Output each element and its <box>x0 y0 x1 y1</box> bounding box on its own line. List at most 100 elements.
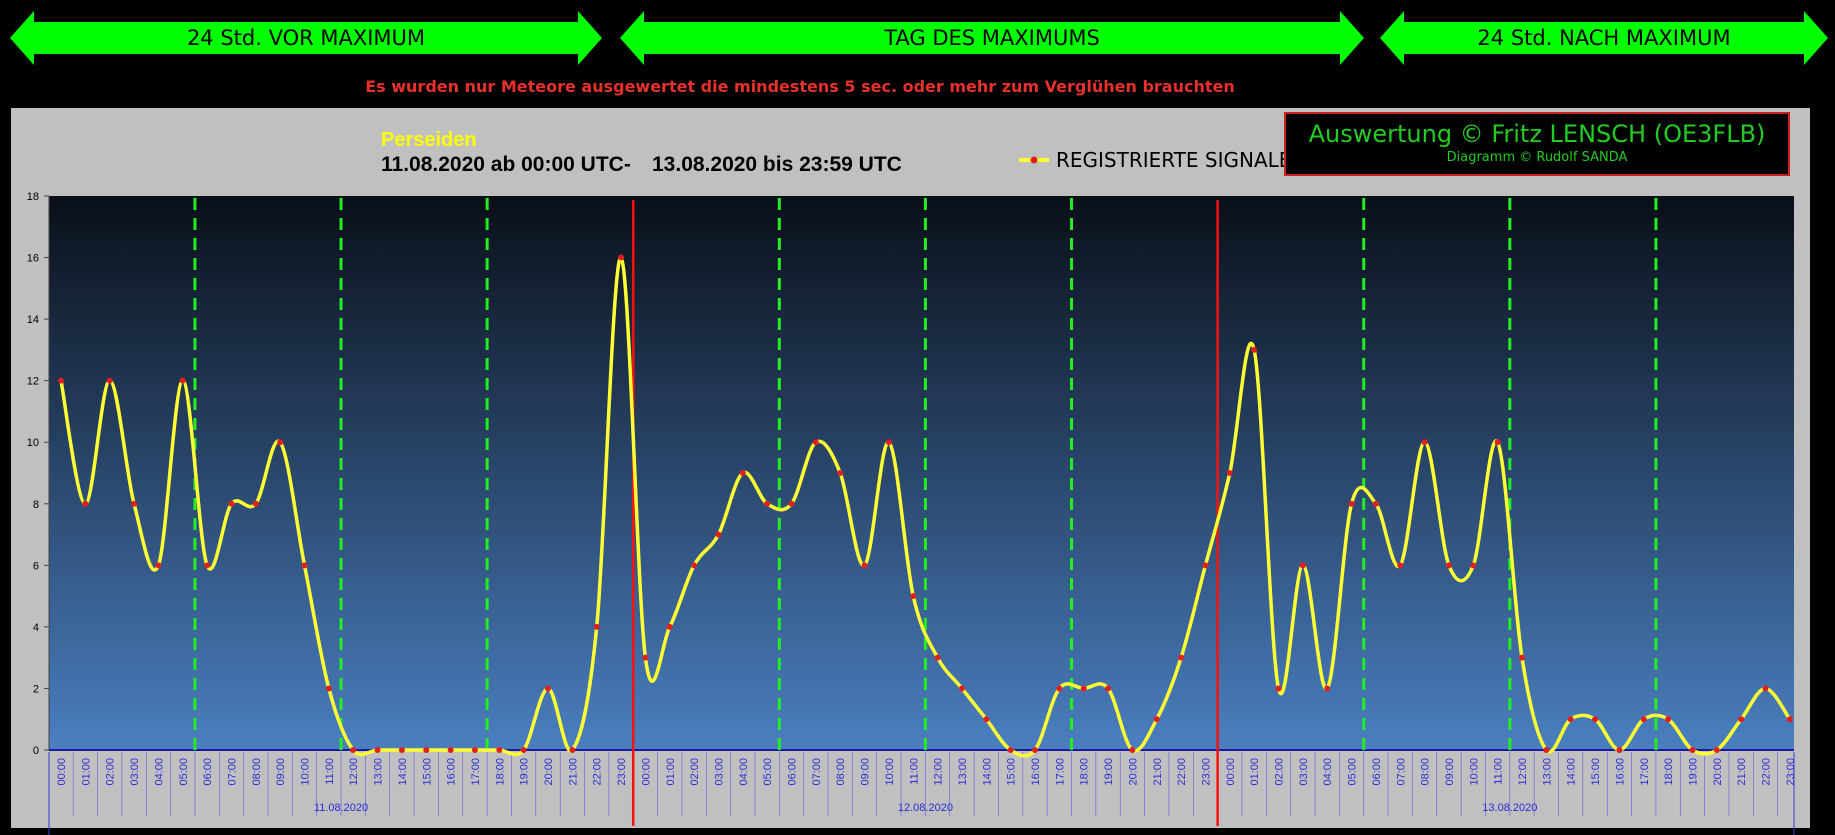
data-point <box>1007 747 1014 753</box>
x-day-label: 12.08.2020 <box>898 802 953 814</box>
x-day-label: 13.08.2020 <box>1482 802 1537 814</box>
data-point <box>1324 685 1331 692</box>
data-point <box>58 377 64 384</box>
x-tick-label: 00:00 <box>56 758 68 786</box>
data-point <box>179 377 186 384</box>
x-tick-label: 23:00 <box>1200 758 1212 786</box>
data-point <box>1372 500 1379 507</box>
data-point <box>666 623 673 630</box>
data-point <box>155 562 162 569</box>
signal-chart: 0 2 4 6 8 10 12 14 16 18 00:00 01:00 02:00 03:00 04:00… <box>27 191 1797 835</box>
x-tick-label: 19:00 <box>1103 758 1115 786</box>
data-point <box>325 685 332 692</box>
x-tick-label: 09:00 <box>860 758 872 786</box>
data-point <box>374 747 381 753</box>
x-tick-label: 11:00 <box>324 758 336 785</box>
data-point <box>1202 562 1209 569</box>
x-tick-label: 23:00 <box>1785 758 1797 786</box>
x-tick-label: 12:00 <box>1517 758 1529 786</box>
x-tick-label: 04:00 <box>153 758 165 786</box>
x-tick-label: 05:00 <box>762 758 774 786</box>
y-tick-label: 18 <box>27 191 39 203</box>
data-point <box>958 685 965 692</box>
data-point <box>1299 562 1306 569</box>
y-tick-label: 16 <box>27 253 39 265</box>
x-tick-label: 18:00 <box>1079 758 1091 786</box>
data-point <box>1616 747 1623 753</box>
x-tick-label: 21:00 <box>1152 758 1164 786</box>
data-point <box>1056 685 1063 692</box>
data-point <box>1275 685 1282 692</box>
data-point <box>277 439 284 446</box>
x-tick-label: 01:00 <box>665 758 677 786</box>
x-tick-label: 21:00 <box>567 758 579 786</box>
data-point <box>1592 716 1599 723</box>
x-tick-label: 22:00 <box>592 758 604 786</box>
data-point <box>1713 747 1720 753</box>
x-tick-label: 05:00 <box>1347 758 1359 786</box>
x-tick-label: 15:00 <box>421 758 433 786</box>
x-tick-label: 10:00 <box>1468 758 1480 786</box>
data-point <box>301 562 308 569</box>
x-tick-label: 01:00 <box>1249 758 1261 786</box>
data-point <box>934 654 941 661</box>
data-point <box>447 747 454 753</box>
data-point <box>131 500 138 507</box>
x-tick-label: 22:00 <box>1761 758 1773 786</box>
data-point <box>1786 716 1793 723</box>
data-point <box>1665 716 1672 723</box>
x-tick-label: 22:00 <box>1176 758 1188 786</box>
x-tick-label: 11:00 <box>1493 758 1505 785</box>
x-tick-label: 14:00 <box>397 758 409 786</box>
x-tick-label: 13:00 <box>957 758 969 786</box>
y-tick-label: 0 <box>33 745 39 757</box>
y-tick-label: 10 <box>27 437 39 449</box>
x-day-label: 11.08.2020 <box>314 802 368 814</box>
x-tick-label: 03:00 <box>129 758 141 786</box>
data-point <box>569 747 576 753</box>
x-tick-label: 02:00 <box>689 758 701 786</box>
data-point <box>1543 747 1550 753</box>
data-point <box>1445 562 1452 569</box>
data-point <box>910 593 917 600</box>
data-point <box>593 623 600 630</box>
data-point <box>1689 747 1696 753</box>
x-tick-label: 23:00 <box>616 758 628 786</box>
data-point <box>471 747 478 753</box>
y-tick-label: 8 <box>33 499 39 511</box>
x-tick-label: 10:00 <box>300 758 312 786</box>
data-point <box>837 470 844 476</box>
data-point <box>228 500 235 507</box>
x-tick-label: 00:00 <box>1225 758 1237 786</box>
data-point <box>398 747 405 753</box>
y-tick-label: 12 <box>27 376 39 388</box>
x-tick-label: 08:00 <box>251 758 263 786</box>
data-point <box>350 747 357 753</box>
x-tick-label: 16:00 <box>446 758 458 786</box>
data-point <box>423 747 430 753</box>
y-tick-label: 14 <box>27 314 39 326</box>
x-tick-label: 19:00 <box>519 758 531 786</box>
x-tick-label: 12:00 <box>348 758 360 786</box>
data-point <box>1105 685 1112 692</box>
y-tick-label: 6 <box>33 560 39 572</box>
data-point <box>106 377 113 384</box>
data-point <box>1032 747 1038 753</box>
x-tick-label: 16:00 <box>1614 758 1626 786</box>
x-tick-label: 02:00 <box>1274 758 1286 786</box>
x-tick-label: 07:00 <box>811 758 823 786</box>
plot-area <box>49 196 1794 750</box>
data-point <box>496 747 503 753</box>
x-tick-label: 20:00 <box>543 758 555 786</box>
data-point <box>1762 685 1769 692</box>
x-tick-label: 17:00 <box>470 758 482 786</box>
data-point <box>520 747 527 753</box>
x-tick-label: 15:00 <box>1590 758 1602 786</box>
data-point <box>1348 500 1355 507</box>
x-tick-label: 01:00 <box>80 758 92 786</box>
x-tick-label: 06:00 <box>787 758 799 786</box>
data-point <box>1738 716 1745 723</box>
x-tick-label: 15:00 <box>1006 758 1018 786</box>
data-point <box>1251 346 1258 353</box>
x-tick-label: 13:00 <box>373 758 385 786</box>
